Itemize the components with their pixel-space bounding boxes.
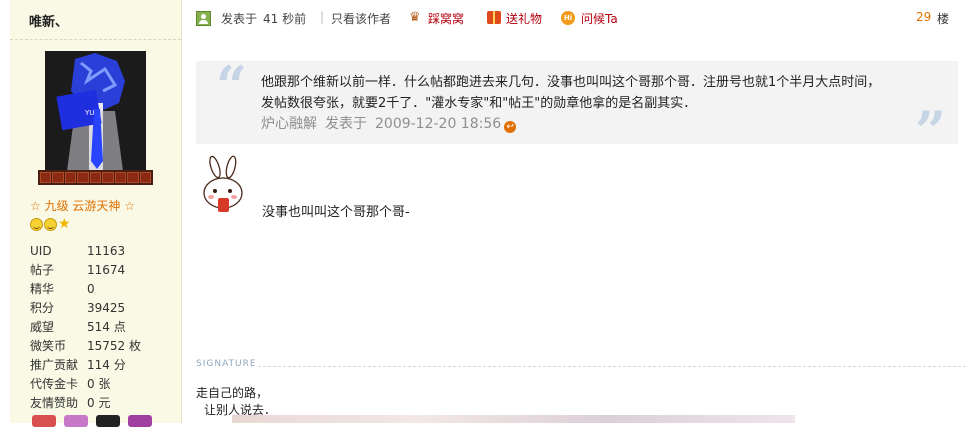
medal-icon[interactable] xyxy=(96,415,120,427)
posted-label: 发表于 xyxy=(221,12,258,26)
medal-icon[interactable] xyxy=(64,415,88,427)
signature-divider xyxy=(258,366,966,367)
user-sidebar: 唯新、 YU ☆ 九级 云游天神 ☆ ★ UID 11163 帖子 11674 精华… xyxy=(10,0,182,427)
username[interactable]: 唯新、 xyxy=(29,11,68,30)
avatar-image: YU xyxy=(45,51,146,171)
floor-number[interactable]: 29 xyxy=(916,10,931,24)
medal-icon[interactable] xyxy=(128,415,152,427)
post-body-text: 没事也叫叫这个哥那个哥- xyxy=(262,205,410,220)
posted-time: 41 秒前 xyxy=(263,12,307,26)
avatar[interactable]: YU xyxy=(45,51,146,171)
stat-row: 威望 514 点 xyxy=(30,320,126,334)
stat-row: 代传金卡 0 张 xyxy=(30,377,111,391)
smile-icon xyxy=(44,218,57,231)
stat-row: 精华 0 xyxy=(30,281,95,297)
signature-header: SIGNATURE xyxy=(196,359,257,369)
avatar-badge-strip xyxy=(38,170,153,185)
visit-home-link[interactable]: 踩窝窝 xyxy=(428,10,464,27)
quote-author[interactable]: 炉心融解 xyxy=(261,116,317,132)
greet-link[interactable]: 问候Ta xyxy=(581,10,618,27)
signature-image xyxy=(232,415,795,423)
medal-icon[interactable] xyxy=(32,415,56,427)
stat-row: 推广贡献 114 分 xyxy=(30,358,126,372)
only-author-link[interactable]: 只看该作者 xyxy=(331,10,391,27)
quote-date: 2009-12-20 18:56 xyxy=(375,116,502,132)
divider xyxy=(10,39,181,40)
stat-row: 友情赞助 0 元 xyxy=(30,396,111,410)
back-arrow-icon[interactable]: ↩ xyxy=(504,121,517,133)
stat-row: 积分 39425 xyxy=(30,300,126,316)
user-rank: ☆ 九级 云游天神 ☆ xyxy=(30,199,135,213)
hi-icon: Hi xyxy=(561,11,575,25)
rabbit-emoticon-icon xyxy=(203,155,243,212)
gift-icon xyxy=(487,11,501,24)
post-action-bar: 发表于 41 秒前 | 只看该作者 ♛ 踩窝窝 送礼物 Hi 问候Ta 29 楼 xyxy=(196,10,966,28)
quote-open-mark: “ xyxy=(216,54,248,118)
quote-close-mark: ” xyxy=(914,99,946,163)
quote-block: “ 他跟那个维新以前一样．什么帖都跑进去来几句．没事也叫叫这个哥那个哥．注册号也… xyxy=(196,54,958,158)
stat-row: 帖子 11674 xyxy=(30,262,126,278)
user-stats: UID 11163 帖子 11674 精华 0 积分 39425 威望 514 点 微笑币… xyxy=(30,241,180,412)
floor-unit: 楼 xyxy=(937,12,950,26)
footprint-icon: ♛ xyxy=(409,10,421,25)
quote-text: 他跟那个维新以前一样．什么帖都跑进去来几句．没事也叫叫这个哥那个哥．注册号也就1… xyxy=(261,75,881,111)
smile-icon xyxy=(30,218,43,231)
svg-text:YU: YU xyxy=(84,109,94,117)
quote-posted-label: 发表于 xyxy=(325,116,367,132)
star-icon: ★ xyxy=(58,216,71,232)
rank-icons: ★ xyxy=(30,216,71,232)
user-icon xyxy=(196,11,211,26)
divider: | xyxy=(320,10,325,24)
signature-line-1: 走自己的路， xyxy=(196,386,269,400)
send-gift-link[interactable]: 送礼物 xyxy=(506,10,542,27)
stat-row: 微笑币 15752 枚 xyxy=(30,339,141,353)
stat-row: UID 11163 xyxy=(30,243,126,258)
medal-list xyxy=(32,415,152,427)
quote-meta: 炉心融解 发表于 2009-12-20 18:56 ↩ xyxy=(261,113,517,133)
